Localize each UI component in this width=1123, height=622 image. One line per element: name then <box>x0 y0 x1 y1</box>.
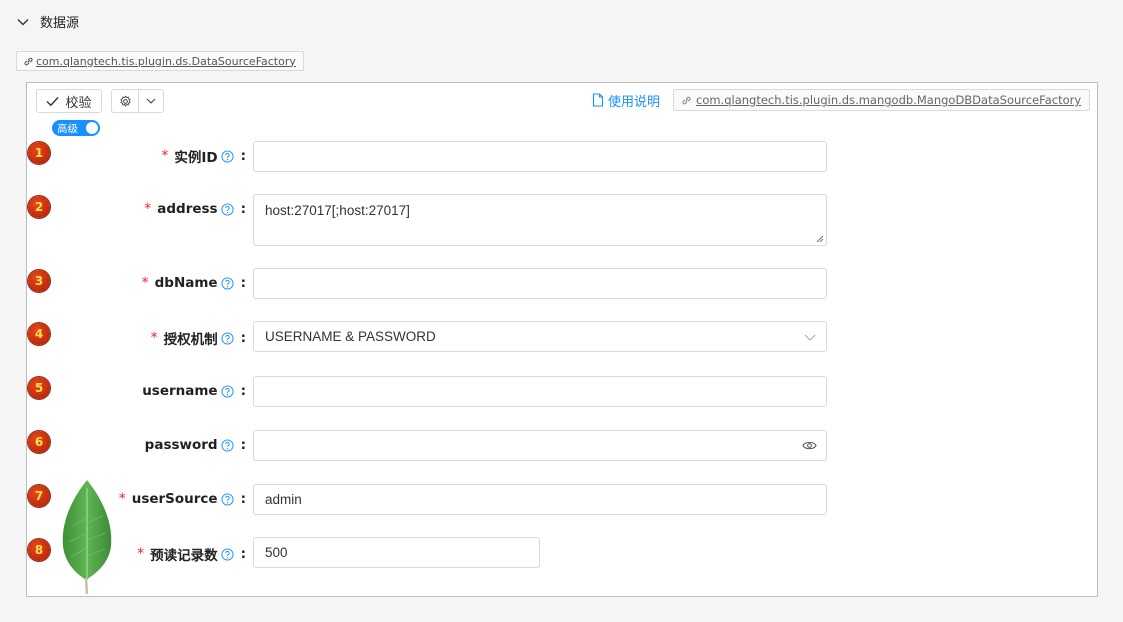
step-badge-4: 4 <box>28 323 50 345</box>
required-mark: * <box>137 546 145 562</box>
question-circle-icon[interactable] <box>221 547 234 561</box>
required-mark: * <box>161 148 169 164</box>
toggle-knob <box>86 122 98 134</box>
document-icon <box>592 93 604 107</box>
eye-icon[interactable] <box>802 439 817 452</box>
auth-mechanism-value: USERNAME & PASSWORD <box>265 329 436 344</box>
verify-button-label: 校验 <box>65 95 92 111</box>
settings-button[interactable] <box>111 89 139 113</box>
advanced-toggle[interactable]: 高级 <box>52 120 100 136</box>
prefetch-count-input[interactable]: 500 <box>253 537 540 568</box>
question-circle-icon[interactable] <box>221 149 234 163</box>
advanced-toggle-label: 高级 <box>57 122 78 135</box>
label-colon: : <box>240 275 246 291</box>
label-colon: : <box>240 330 246 346</box>
question-circle-icon[interactable] <box>221 384 234 398</box>
question-circle-icon[interactable] <box>221 438 234 452</box>
label-colon: : <box>240 491 246 507</box>
label-colon: : <box>240 437 246 453</box>
impl-class-tag[interactable]: com.qlangtech.tis.plugin.ds.mangodb.Mang… <box>673 89 1091 111</box>
field-label-prefetch-count: * 预读记录数 : <box>137 544 246 564</box>
resize-grip-icon[interactable] <box>816 235 824 243</box>
datasource-form-panel: 校验 使用说明 com.qlangtech.tis.plugin.ds.mang… <box>26 82 1098 597</box>
question-circle-icon[interactable] <box>221 331 234 345</box>
question-circle-icon[interactable] <box>221 276 234 290</box>
field-label-text: 实例ID <box>174 150 218 166</box>
chevron-down-icon <box>804 334 816 341</box>
section-title: 数据源 <box>40 16 80 31</box>
required-mark: * <box>144 201 152 217</box>
mongodb-leaf-logo <box>62 480 112 595</box>
field-label-text: 授权机制 <box>163 332 218 348</box>
field-label-text: username <box>142 383 218 399</box>
step-badge-3: 3 <box>28 270 50 292</box>
usage-doc-link[interactable]: 使用说明 <box>592 90 660 110</box>
label-colon: : <box>240 201 246 217</box>
field-label-address: * address : <box>144 201 246 217</box>
instance-id-input[interactable] <box>253 141 827 172</box>
impl-class-label: com.qlangtech.tis.plugin.ds.mangodb.Mang… <box>696 93 1082 107</box>
label-colon: : <box>240 546 246 562</box>
label-colon: : <box>240 148 246 164</box>
step-badge-8: 8 <box>28 539 50 561</box>
chevron-down-icon <box>146 98 156 104</box>
field-label-text: address <box>157 201 218 217</box>
section-header[interactable]: 数据源 <box>16 12 79 31</box>
required-mark: * <box>141 275 149 291</box>
field-label-password: password : <box>145 437 246 453</box>
username-input[interactable] <box>253 376 827 407</box>
field-label-text: userSource <box>131 491 218 507</box>
gear-icon <box>119 94 131 107</box>
user-source-input[interactable]: admin <box>253 484 827 515</box>
link-icon <box>24 57 33 65</box>
chevron-down-icon[interactable] <box>16 15 30 29</box>
required-mark: * <box>118 491 126 507</box>
factory-tag[interactable]: com.qlangtech.tis.plugin.ds.DataSourceFa… <box>16 51 304 71</box>
link-icon <box>682 96 691 104</box>
step-badge-2: 2 <box>28 196 50 218</box>
step-badge-6: 6 <box>28 431 50 453</box>
auth-mechanism-select[interactable]: USERNAME & PASSWORD <box>253 321 827 352</box>
field-label-username: username : <box>142 383 246 399</box>
factory-tag-label: com.qlangtech.tis.plugin.ds.DataSourceFa… <box>36 54 296 68</box>
label-colon: : <box>240 383 246 399</box>
address-placeholder: host:27017[;host:27017] <box>265 203 410 218</box>
step-badge-1: 1 <box>28 142 50 164</box>
address-textarea[interactable]: host:27017[;host:27017] <box>253 194 827 246</box>
question-circle-icon[interactable] <box>221 202 234 216</box>
question-circle-icon[interactable] <box>221 492 234 506</box>
verify-button[interactable]: 校验 <box>36 89 102 113</box>
step-badge-7: 7 <box>28 485 50 507</box>
field-label-text: 预读记录数 <box>150 548 218 564</box>
usage-doc-label: 使用说明 <box>608 94 661 110</box>
field-label-user-source: * userSource : <box>119 491 246 507</box>
dbname-input[interactable] <box>253 268 827 299</box>
step-badge-5: 5 <box>28 377 50 399</box>
field-label-instance-id: * 实例ID : <box>161 146 246 166</box>
check-icon <box>46 96 59 106</box>
field-label-dbname: * dbName : <box>142 275 246 291</box>
settings-dropdown-button[interactable] <box>138 89 164 113</box>
password-input[interactable] <box>253 430 827 461</box>
field-label-auth-mechanism: * 授权机制 : <box>151 328 246 348</box>
required-mark: * <box>150 330 158 346</box>
field-label-text: dbName <box>154 275 218 291</box>
field-label-text: password <box>144 437 218 453</box>
